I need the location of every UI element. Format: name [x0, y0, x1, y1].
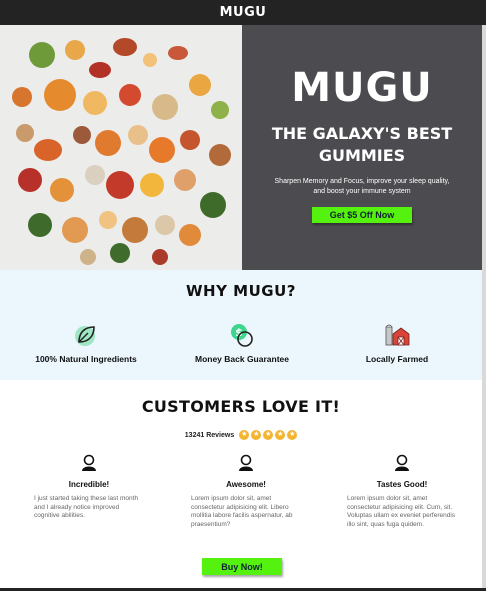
- hero-section: MUGU THE GALAXY'S BEST GUMMIES Sharpen M…: [0, 25, 482, 270]
- user-avatar-icon: [239, 454, 253, 471]
- review-title: Incredible!: [68, 480, 110, 489]
- page: MUGU MUGU THE GALAXY'S BEST GUMMIES Shar…: [0, 0, 486, 591]
- star-icon: ★: [251, 430, 262, 440]
- review-body: Lorem ipsum dolor sit, amet consectetur …: [191, 495, 293, 528]
- hero-text-panel: MUGU THE GALAXY'S BEST GUMMIES Sharpen M…: [242, 25, 482, 270]
- customers-title: CUSTOMERS LOVE IT!: [141, 397, 341, 416]
- barn-icon: [385, 324, 410, 346]
- review-title: Tastes Good!: [376, 480, 428, 489]
- review-card: Tastes Good! Lorem ipsum dolor sit, amet…: [347, 454, 457, 529]
- review-title: Awesome!: [226, 480, 266, 489]
- feature-label: Locally Farmed: [365, 354, 429, 364]
- feature-natural: 100% Natural Ingredients: [11, 322, 161, 364]
- review-summary: 13241 Reviews ★ ★ ★ ★ ★: [0, 430, 482, 440]
- review-count: 13241 Reviews: [184, 431, 235, 439]
- star-icon: ★: [287, 430, 298, 440]
- star-icon: ★: [263, 430, 274, 440]
- feature-label: Money Back Guarantee: [194, 354, 289, 364]
- feature-local: Locally Farmed: [322, 322, 472, 364]
- hero-title: MUGU: [291, 65, 433, 111]
- why-section: WHY MUGU? 100% Natural Ingredients $ Mon…: [0, 270, 482, 380]
- get-discount-button[interactable]: Get $5 Off Now: [312, 207, 412, 223]
- star-rating: ★ ★ ★ ★ ★: [239, 430, 298, 440]
- star-icon: ★: [275, 430, 286, 440]
- review-body: Lorem ipsum dolor sit, amet consectetur …: [347, 495, 456, 528]
- review-card: Incredible! I just started taking these …: [34, 454, 144, 521]
- brand-logo[interactable]: MUGU: [220, 5, 267, 20]
- scrollbar-track[interactable]: [482, 25, 486, 588]
- top-nav-bar: MUGU: [0, 0, 486, 25]
- feature-label: 100% Natural Ingredients: [35, 354, 137, 364]
- feature-guarantee: $ Money Back Guarantee: [167, 322, 317, 364]
- hero-description: Sharpen Memory and Focus, improve your s…: [274, 178, 450, 195]
- review-card: Awesome! Lorem ipsum dolor sit, amet con…: [191, 454, 301, 529]
- star-icon: ★: [239, 430, 250, 440]
- buy-now-button[interactable]: Buy Now!: [202, 558, 282, 575]
- hero-subtitle: THE GALAXY'S BEST GUMMIES: [271, 124, 453, 165]
- user-avatar-icon: [395, 454, 409, 471]
- mushroom-illustration: [0, 25, 242, 270]
- money-icon: $: [231, 324, 253, 347]
- leaf-icon: [75, 326, 95, 346]
- customers-section: CUSTOMERS LOVE IT! 13241 Reviews ★ ★ ★ ★…: [0, 380, 482, 588]
- user-avatar-icon: [82, 454, 96, 471]
- hero-mushroom-image: [0, 25, 242, 270]
- why-title: WHY MUGU?: [186, 282, 296, 300]
- review-body: I just started taking these last month a…: [34, 495, 139, 519]
